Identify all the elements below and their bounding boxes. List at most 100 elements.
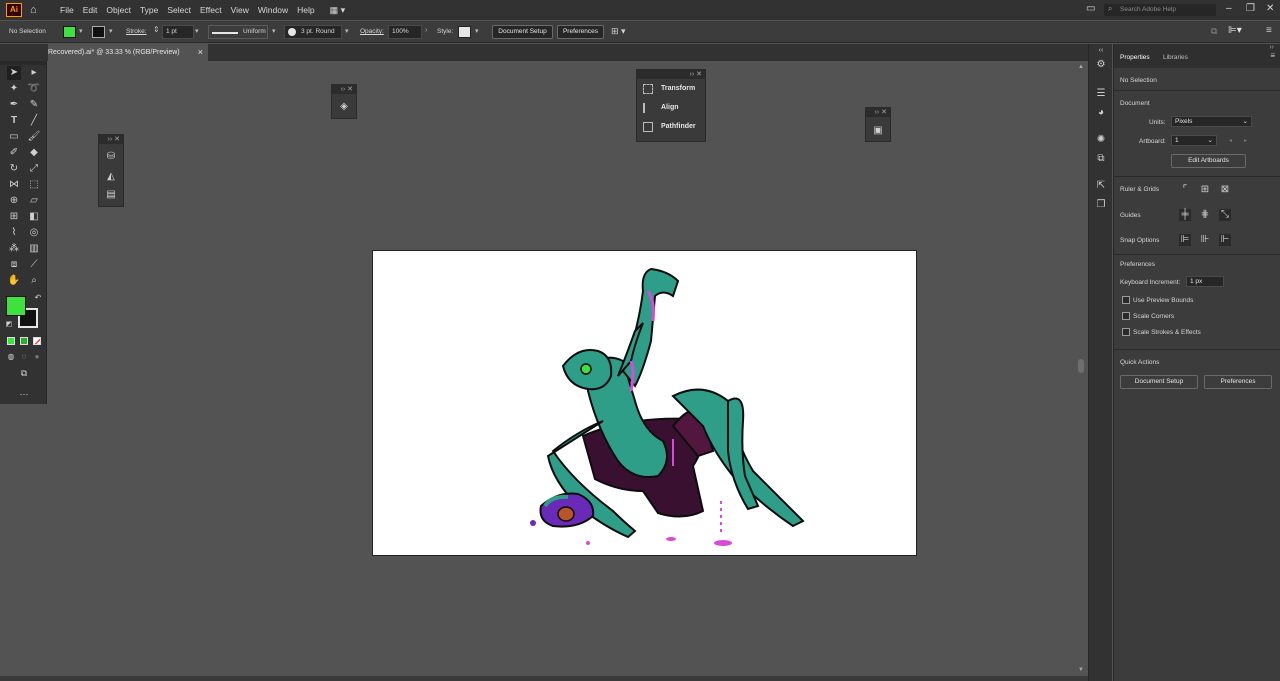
menu-effect[interactable]: Effect bbox=[200, 5, 222, 15]
stroke-stepper-icon[interactable]: ⇕ bbox=[153, 25, 160, 34]
fill-color-box[interactable] bbox=[6, 296, 26, 316]
shaper-tool-icon[interactable]: ✐ bbox=[7, 146, 21, 160]
ruler-icon[interactable]: ⌜ bbox=[1179, 184, 1191, 196]
gradient-tool-icon[interactable]: ◧ bbox=[27, 210, 41, 224]
search-input[interactable]: Search Adobe Help bbox=[1104, 4, 1216, 16]
fill-dropdown-icon[interactable]: ▾ bbox=[79, 27, 83, 35]
close-icon[interactable]: ✕ bbox=[1266, 3, 1274, 14]
asset-export-icon[interactable]: ⛁ bbox=[105, 151, 117, 163]
edit-artboards-button[interactable]: Edit Artboards bbox=[1171, 154, 1246, 168]
blend-tool-icon[interactable]: ◎ bbox=[27, 226, 41, 240]
stroke-profile-dropdown-icon[interactable]: ▾ bbox=[272, 27, 276, 35]
snap-to-pixel-icon[interactable]: ⊪ bbox=[1199, 234, 1211, 246]
menu-edit[interactable]: Edit bbox=[83, 5, 98, 15]
panel-options-icon[interactable]: ⧉ bbox=[1211, 26, 1217, 37]
curvature-tool-icon[interactable]: ✎ bbox=[27, 98, 41, 112]
menu-select[interactable]: Select bbox=[167, 5, 191, 15]
opacity-field[interactable]: 100% bbox=[388, 25, 422, 39]
restore-icon[interactable]: ❐ bbox=[1246, 3, 1255, 14]
document-tab[interactable]: Recovered).ai* @ 33.33 % (RGB/Preview) × bbox=[48, 44, 208, 61]
export-icon[interactable]: ⇱ bbox=[1094, 179, 1108, 193]
scroll-down-icon[interactable]: ▼ bbox=[1078, 667, 1084, 673]
quick-document-setup-button[interactable]: Document Setup bbox=[1120, 375, 1198, 389]
menu-window[interactable]: Window bbox=[258, 5, 288, 15]
panel-collapse-icon[interactable]: ›› ✕ bbox=[332, 85, 356, 94]
rotate-tool-icon[interactable]: ↻ bbox=[7, 162, 21, 176]
screen-mode-icon[interactable]: ⧉ bbox=[17, 366, 31, 380]
paintbrush-tool-icon[interactable]: 🖌 bbox=[27, 130, 41, 144]
opacity-dropdown-icon[interactable]: › bbox=[425, 27, 427, 34]
edit-toolbar-icon[interactable]: ⋯ bbox=[17, 387, 31, 401]
lock-guides-icon[interactable]: ⋕ bbox=[1199, 209, 1211, 221]
draw-inside-icon[interactable]: ● bbox=[30, 350, 44, 364]
artboard-prev-icon[interactable]: ◂ bbox=[1229, 137, 1232, 144]
direct-selection-tool-icon[interactable]: ▸ bbox=[27, 66, 41, 80]
panel-collapse-icon[interactable]: ›› bbox=[1269, 44, 1274, 51]
menu-type[interactable]: Type bbox=[140, 5, 158, 15]
pen-tool-icon[interactable]: ✒ bbox=[7, 98, 21, 112]
type-tool-icon[interactable]: T bbox=[7, 114, 21, 128]
scale-strokes-checkbox[interactable] bbox=[1122, 328, 1130, 336]
symbol-sprayer-tool-icon[interactable]: ⁂ bbox=[7, 242, 21, 256]
menu-object[interactable]: Object bbox=[106, 5, 131, 15]
brush-dropdown-icon[interactable]: ▾ bbox=[345, 27, 349, 35]
artwork-creature-illustration[interactable] bbox=[373, 251, 918, 557]
show-guides-icon[interactable]: ╪ bbox=[1179, 209, 1191, 221]
scroll-up-icon[interactable]: ▲ bbox=[1078, 64, 1084, 70]
align-panel-tab[interactable]: Align bbox=[637, 98, 705, 117]
panel-menu-icon[interactable]: ≡ bbox=[1270, 51, 1275, 60]
brushes-icon[interactable]: ✺ bbox=[1094, 133, 1108, 147]
layers-icon[interactable]: ◈ bbox=[338, 101, 350, 113]
line-tool-icon[interactable]: ╱ bbox=[27, 114, 41, 128]
scale-corners-checkbox[interactable] bbox=[1122, 312, 1130, 320]
tab-properties[interactable]: Properties bbox=[1120, 54, 1150, 61]
menu-file[interactable]: File bbox=[60, 5, 74, 15]
stroke-dropdown-icon[interactable]: ▾ bbox=[109, 27, 113, 35]
style-swatch[interactable] bbox=[458, 26, 471, 38]
eyedropper-tool-icon[interactable]: ⌇ bbox=[7, 226, 21, 240]
free-transform-tool-icon[interactable]: ⬚ bbox=[27, 178, 41, 192]
scale-tool-icon[interactable]: ⤢ bbox=[27, 162, 41, 176]
appearance-icon[interactable]: ▤ bbox=[105, 189, 117, 201]
grid-icon[interactable]: ⊞ bbox=[1199, 184, 1211, 196]
perspective-grid-tool-icon[interactable]: ▱ bbox=[27, 194, 41, 208]
gradient-panel-icon[interactable]: ▣ bbox=[872, 125, 884, 137]
keyboard-increment-field[interactable]: 1 px bbox=[1186, 276, 1224, 287]
workspace-switcher-icon[interactable]: ▦ ▾ bbox=[330, 5, 346, 16]
mesh-tool-icon[interactable]: ⊞ bbox=[7, 210, 21, 224]
swap-colors-icon[interactable]: ↶ bbox=[31, 291, 45, 305]
hand-tool-icon[interactable]: ✋ bbox=[7, 274, 21, 288]
stroke-swatch[interactable] bbox=[92, 26, 105, 38]
magic-wand-tool-icon[interactable]: ✦ bbox=[7, 82, 21, 96]
snap-to-glyph-icon[interactable]: ⊩ bbox=[1219, 234, 1231, 246]
stroke-weight-dropdown-icon[interactable]: ▾ bbox=[195, 27, 199, 35]
fill-swatch[interactable] bbox=[63, 26, 76, 38]
column-graph-tool-icon[interactable]: ▥ bbox=[27, 242, 41, 256]
home-icon[interactable]: ⌂ bbox=[30, 4, 44, 16]
color-mode-icon[interactable] bbox=[7, 337, 15, 345]
horizontal-scrollbar[interactable] bbox=[0, 676, 1088, 681]
color-icon[interactable]: ◕ bbox=[1094, 106, 1108, 120]
minimize-icon[interactable]: – bbox=[1226, 3, 1232, 14]
slice-tool-icon[interactable]: ⟋ bbox=[27, 258, 41, 272]
transform-panel-tab[interactable]: Transform bbox=[637, 79, 705, 98]
default-colors-icon[interactable]: ◩ bbox=[2, 318, 16, 332]
panel-collapse-icon[interactable]: ›› ✕ bbox=[99, 135, 123, 144]
snap-to-point-icon[interactable]: ⊫ bbox=[1179, 234, 1191, 246]
transparency-grid-icon[interactable]: ⊠ bbox=[1219, 184, 1231, 196]
artboard-next-icon[interactable]: ▸ bbox=[1244, 137, 1247, 144]
preferences-button[interactable]: Preferences bbox=[557, 25, 604, 39]
document-setup-button[interactable]: Document Setup bbox=[492, 25, 553, 39]
none-mode-icon[interactable] bbox=[33, 337, 41, 345]
use-preview-bounds-checkbox[interactable] bbox=[1122, 296, 1130, 304]
selection-tool-icon[interactable]: ➤ bbox=[7, 66, 21, 80]
menu-view[interactable]: View bbox=[231, 5, 249, 15]
symbols-icon[interactable]: ⧉ bbox=[1094, 152, 1108, 166]
lasso-tool-icon[interactable]: ➰ bbox=[27, 82, 41, 96]
rectangle-tool-icon[interactable]: ▭ bbox=[7, 130, 21, 144]
shape-builder-tool-icon[interactable]: ⊕ bbox=[7, 194, 21, 208]
tab-libraries[interactable]: Libraries bbox=[1163, 54, 1188, 61]
artboards-icon[interactable]: ❐ bbox=[1094, 198, 1108, 212]
properties-icon[interactable]: ⚙ bbox=[1094, 58, 1108, 72]
width-tool-icon[interactable]: ⋈ bbox=[7, 178, 21, 192]
